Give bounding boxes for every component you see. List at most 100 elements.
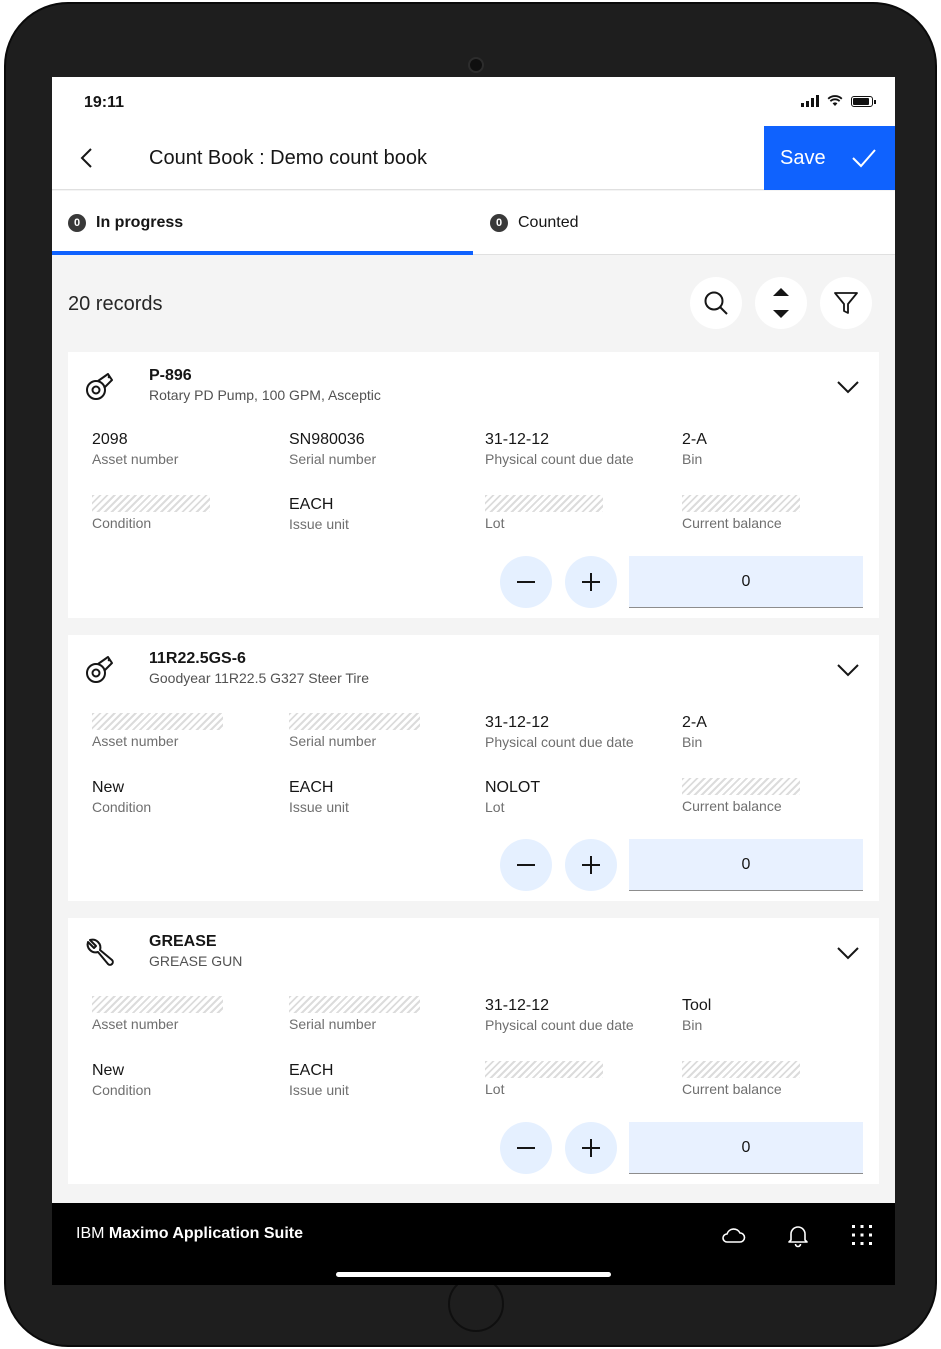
filter-button[interactable] <box>820 277 872 329</box>
increment-button[interactable] <box>565 556 617 608</box>
tab-in-progress[interactable]: 0 In progress <box>68 191 473 255</box>
empty-value-placeholder <box>289 713 420 730</box>
pump-icon <box>86 373 113 400</box>
item-description: GREASE GUN <box>149 953 243 969</box>
field-value: EACH <box>289 1062 334 1079</box>
wrench-icon <box>86 938 114 966</box>
field-issue-unit: EACH Issue unit <box>289 1061 469 1098</box>
empty-value-placeholder <box>485 495 603 512</box>
field-value: 2098 <box>92 431 128 448</box>
field-label: Asset number <box>92 451 179 467</box>
filter-icon <box>834 292 858 314</box>
notification-bell-icon[interactable] <box>785 1222 811 1248</box>
back-arrow-icon[interactable] <box>74 144 102 172</box>
cloud-icon[interactable] <box>720 1222 746 1248</box>
field-bin: 2-A Bin <box>682 713 862 750</box>
field-value: 2-A <box>682 431 707 448</box>
field-label: Condition <box>92 515 152 531</box>
field-label: Physical count due date <box>485 734 634 750</box>
field-value: NOLOT <box>485 779 541 796</box>
sort-button[interactable] <box>755 277 807 329</box>
field-asset-number: 2098 Asset number <box>92 430 272 467</box>
tab-label: In progress <box>96 214 184 231</box>
empty-value-placeholder <box>289 996 420 1013</box>
minus-icon <box>517 581 535 583</box>
empty-value-placeholder <box>92 713 223 730</box>
app-switcher-icon[interactable] <box>849 1222 875 1248</box>
field-lot: NOLOT Lot <box>485 778 665 815</box>
field-issue-unit: EACH Issue unit <box>289 495 469 532</box>
chevron-down-icon[interactable] <box>835 374 861 400</box>
count-quantity-input[interactable]: 0 <box>629 839 863 891</box>
plus-icon <box>582 573 600 591</box>
empty-value-placeholder <box>92 495 210 512</box>
count-item-card: P-896 Rotary PD Pump, 100 GPM, Asceptic … <box>68 352 879 618</box>
field-due-date: 31-12-12 Physical count due date <box>485 430 665 467</box>
chevron-down-icon[interactable] <box>835 940 861 966</box>
sort-icon <box>773 288 789 318</box>
field-lot: Lot <box>485 1061 665 1097</box>
field-label: Current balance <box>682 515 782 531</box>
status-time: 19:11 <box>84 94 125 111</box>
field-condition: New Condition <box>92 1061 272 1098</box>
field-value: 2-A <box>682 714 707 731</box>
field-condition: Condition <box>92 495 272 531</box>
increment-button[interactable] <box>565 1122 617 1174</box>
count-quantity-input[interactable]: 0 <box>629 1122 863 1174</box>
decrement-button[interactable] <box>500 556 552 608</box>
tab-counted[interactable]: 0 Counted <box>490 191 895 255</box>
status-indicators <box>801 95 876 107</box>
empty-value-placeholder <box>682 495 800 512</box>
save-button[interactable]: Save <box>764 126 895 190</box>
field-lot: Lot <box>485 495 665 531</box>
field-label: Current balance <box>682 1081 782 1097</box>
decrement-button[interactable] <box>500 839 552 891</box>
count-item-card: GREASE GREASE GUN Asset number Serial nu… <box>68 918 879 1184</box>
increment-button[interactable] <box>565 839 617 891</box>
search-icon <box>704 291 728 315</box>
empty-value-placeholder <box>485 1061 603 1078</box>
cellular-signal-icon <box>801 95 819 107</box>
status-bar: 19:11 <box>52 77 895 126</box>
field-value: 31-12-12 <box>485 997 550 1014</box>
field-label: Physical count due date <box>485 1017 634 1033</box>
field-label: Lot <box>485 799 505 815</box>
field-label: Condition <box>92 1082 152 1098</box>
battery-icon <box>851 96 876 107</box>
chevron-down-icon[interactable] <box>835 657 861 683</box>
search-button[interactable] <box>690 277 742 329</box>
plus-icon <box>582 856 600 874</box>
brand-prefix: IBM <box>76 1225 105 1242</box>
count-quantity-input[interactable]: 0 <box>629 556 863 608</box>
field-label: Serial number <box>289 1016 377 1032</box>
item-number: GREASE <box>149 933 217 950</box>
field-label: Condition <box>92 799 152 815</box>
tab-badge: 0 <box>490 214 508 232</box>
app-screen: 19:11 Count Book : Demo count book Save <box>52 77 895 1285</box>
field-serial-number: Serial number <box>289 996 469 1032</box>
count-item-card: 11R22.5GS-6 Goodyear 11R22.5 G327 Steer … <box>68 635 879 901</box>
brand-name: Maximo Application Suite <box>108 1225 303 1242</box>
field-value: SN980036 <box>289 431 365 448</box>
field-issue-unit: EACH Issue unit <box>289 778 469 815</box>
field-value: New <box>92 1062 125 1079</box>
app-header: Count Book : Demo count book Save <box>52 126 895 190</box>
field-value: 31-12-12 <box>485 431 550 448</box>
field-asset-number: Asset number <box>92 996 272 1032</box>
field-label: Bin <box>682 1017 703 1033</box>
records-count: 20 records <box>68 293 163 315</box>
field-label: Serial number <box>289 451 377 467</box>
empty-value-placeholder <box>682 1061 800 1078</box>
home-indicator[interactable] <box>336 1272 611 1277</box>
minus-icon <box>517 864 535 866</box>
app-footer: IBM Maximo Application Suite <box>52 1203 895 1285</box>
tab-badge: 0 <box>68 214 86 232</box>
field-value: Tool <box>682 997 712 1014</box>
decrement-button[interactable] <box>500 1122 552 1174</box>
field-due-date: 31-12-12 Physical count due date <box>485 996 665 1033</box>
records-toolbar: 20 records <box>52 255 895 351</box>
field-label: Issue unit <box>289 1082 349 1098</box>
field-bin: 2-A Bin <box>682 430 862 467</box>
plus-icon <box>582 1139 600 1157</box>
item-description: Goodyear 11R22.5 G327 Steer Tire <box>149 670 369 686</box>
